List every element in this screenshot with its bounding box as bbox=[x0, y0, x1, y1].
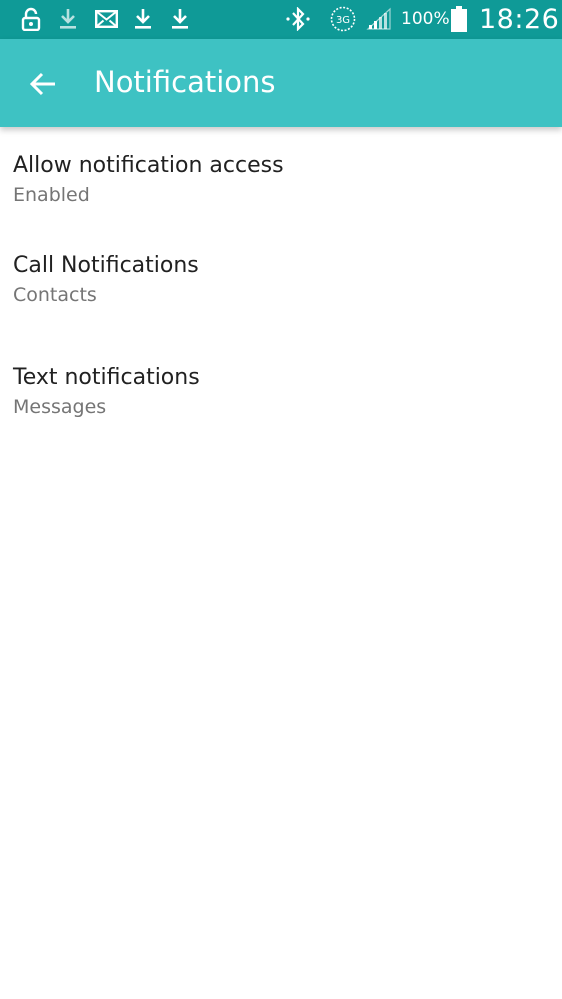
setting-text-notifications[interactable]: Text notifications Messages bbox=[0, 339, 562, 439]
lock-icon bbox=[20, 6, 42, 32]
battery-icon bbox=[450, 6, 468, 32]
setting-subtitle: Messages bbox=[13, 396, 107, 418]
3g-icon: 3G bbox=[329, 6, 357, 32]
download-icon bbox=[58, 6, 78, 32]
setting-allow-notification-access[interactable]: Allow notification access Enabled bbox=[0, 127, 562, 227]
setting-title: Call Notifications bbox=[13, 253, 199, 278]
status-bar: 3G 100% 18:26 bbox=[0, 0, 562, 39]
download-icon bbox=[170, 6, 190, 32]
back-button[interactable] bbox=[20, 61, 66, 107]
mail-icon bbox=[94, 6, 118, 32]
setting-subtitle: Enabled bbox=[13, 184, 90, 206]
setting-subtitle: Contacts bbox=[13, 284, 97, 306]
arrow-back-icon bbox=[29, 72, 55, 96]
setting-call-notifications[interactable]: Call Notifications Contacts bbox=[0, 227, 562, 327]
setting-title: Allow notification access bbox=[13, 153, 284, 178]
page-title: Notifications bbox=[94, 65, 276, 99]
svg-text:3G: 3G bbox=[336, 15, 350, 26]
battery-percent: 100% bbox=[401, 9, 450, 29]
app-bar: Notifications bbox=[0, 39, 562, 127]
setting-title: Text notifications bbox=[13, 365, 200, 390]
signal-icon bbox=[366, 6, 392, 32]
clock: 18:26 bbox=[479, 4, 560, 35]
bluetooth-icon bbox=[285, 6, 311, 32]
download-icon bbox=[133, 6, 153, 32]
